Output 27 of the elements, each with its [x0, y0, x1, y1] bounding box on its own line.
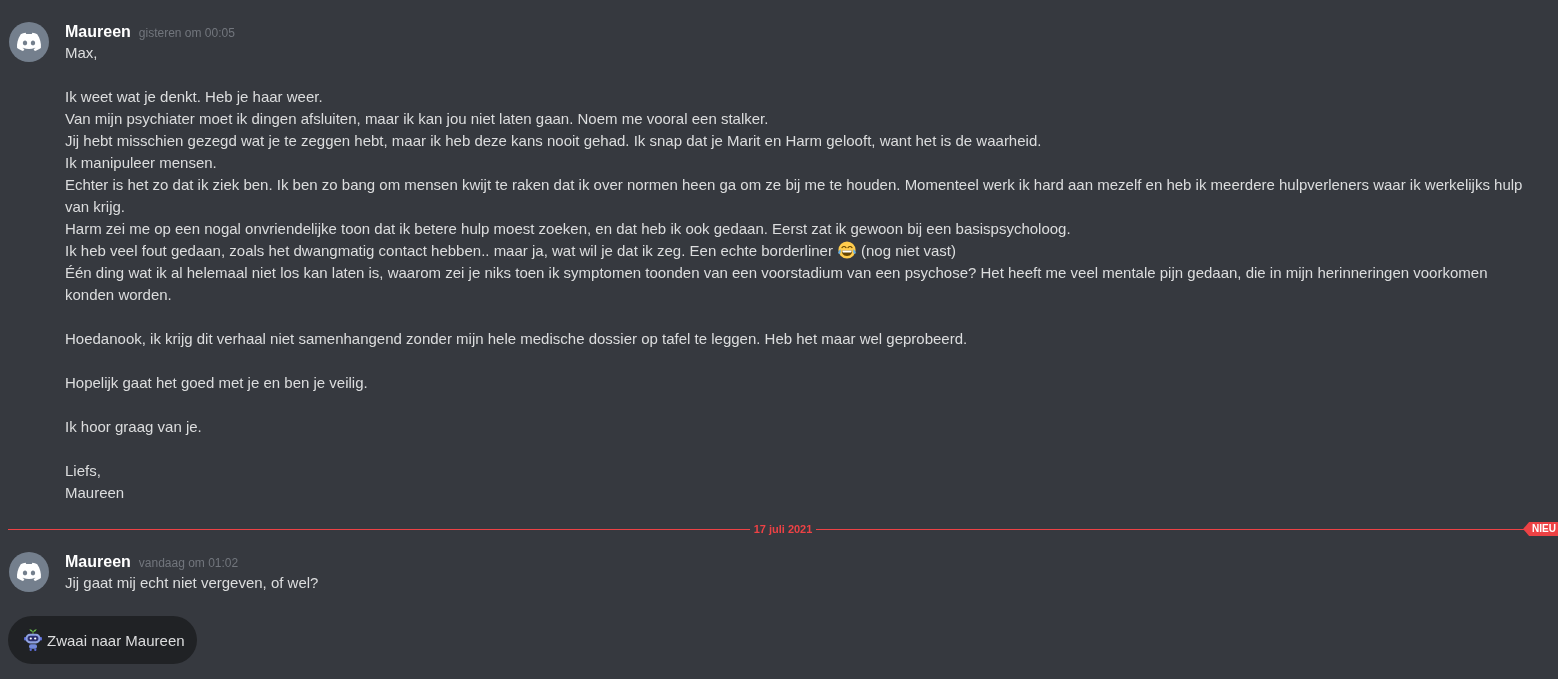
- message-text: Ik hoor graag van je.: [65, 417, 203, 437]
- message-text: Jij gaat mij echt niet vergeven, of wel?: [65, 573, 320, 593]
- message-text: Maureen: [65, 483, 126, 503]
- message-text: Één ding wat ik al helemaal niet los kan laten is, waarom zei je niks toen ik symptomen toonden van een voorstadium van een psychose? Het heeft me veel mentale pijn gedaan, die in mijn herinneringen voorkomen konden worden.: [65, 263, 1489, 305]
- message-text: Hoedanook, ik krijg dit verhaal niet samenhangend zonder mijn hele medische dossier op tafel te leggen. Heb het maar wel geprobeerd.: [65, 329, 969, 349]
- message-text: Ik weet wat je denkt. Heb je haar weer.: [65, 87, 324, 107]
- timestamp: gisteren om 00:05: [138, 25, 235, 42]
- timestamp: vandaag om 01:02: [138, 555, 239, 572]
- date-label: 17 juli 2021: [752, 522, 814, 536]
- username[interactable]: Maureen: [65, 22, 131, 42]
- username[interactable]: Maureen: [65, 552, 131, 572]
- message-text: Ik heb veel fout gedaan, zoals het dwangmatig contact hebben.. maar ja, wat wil je dat ik zeg. Een echte borderliner: [65, 242, 833, 259]
- message-text: Max,: [65, 43, 99, 63]
- message-text: Hopelijk gaat het goed met je en ben je veilig.: [65, 373, 369, 393]
- message-text: Liefs,: [65, 461, 102, 481]
- laughing-emoji-icon: [836, 240, 857, 260]
- message-text: Echter is het zo dat ik ziek ben. Ik ben zo bang om mensen kwijt te raken dat ik over normen heen ga om ze bij me te houden. Momenteel werk ik hard aan mezelf en heb ik meerdere hulpverleners waar ik werkelijks hulp van krijg.: [65, 175, 1524, 217]
- message-text: Jij hebt misschien gezegd wat je te zeggen hebt, maar ik heb deze kans nooit gehad. Ik snap dat je Marit en Harm gelooft, want het is de waarheid.: [65, 131, 1043, 151]
- wave-button[interactable]: Zwaai naar Maureen: [8, 616, 197, 664]
- new-badge: NIEU: [1523, 522, 1558, 536]
- avatar-icon[interactable]: [9, 552, 49, 592]
- robot-icon: [24, 629, 42, 651]
- message-text: Harm zei me op een nogal onvriendelijke toon dat ik betere hulp moest zoeken, en dat heb ik ook gedaan. Eerst zat ik gewoon bij een basispsycholoog.: [65, 219, 1072, 239]
- message-text: (nog niet vast): [860, 242, 956, 259]
- avatar-icon[interactable]: [9, 22, 49, 62]
- message-text: Van mijn psychiater moet ik dingen afsluiten, maar ik kan jou niet laten gaan. Noem me vooral een stalker.: [65, 109, 770, 129]
- message-text: Ik manipuleer mensen.: [65, 153, 218, 173]
